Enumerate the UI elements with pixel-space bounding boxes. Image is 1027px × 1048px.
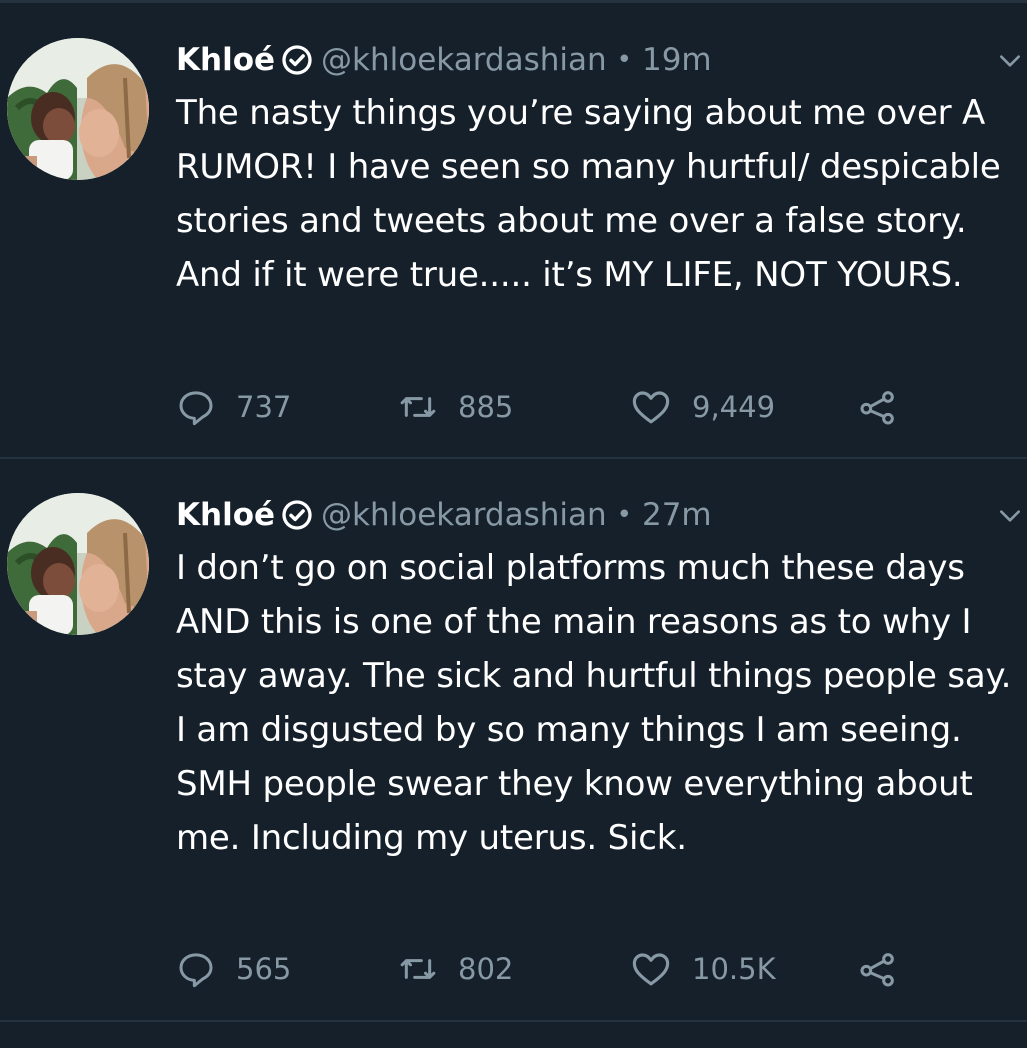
reply-button[interactable]: 565 bbox=[176, 947, 291, 991]
retweet-button[interactable]: 885 bbox=[398, 385, 513, 429]
tweet-2[interactable]: Khloé @khloekardashian • 27m I don’t go … bbox=[0, 459, 1027, 1021]
reply-button[interactable]: 737 bbox=[176, 385, 291, 429]
verified-badge-icon bbox=[282, 45, 312, 75]
display-name[interactable]: Khloé bbox=[176, 42, 275, 78]
retweet-button[interactable]: 802 bbox=[398, 947, 513, 991]
tweet-actions: 565 802 10.5K bbox=[176, 947, 936, 991]
like-button[interactable]: 10.5K bbox=[630, 947, 776, 991]
retweet-icon bbox=[400, 397, 436, 417]
user-handle[interactable]: @khloekardashian bbox=[321, 42, 607, 78]
retweet-icon bbox=[400, 959, 436, 979]
separator-dot: • bbox=[616, 45, 632, 75]
reply-icon bbox=[179, 953, 213, 988]
avatar-photo bbox=[7, 493, 149, 635]
share-icon bbox=[860, 953, 894, 987]
heart-icon bbox=[632, 391, 670, 424]
tweet-text: I don’t go on social platforms much thes… bbox=[176, 548, 1012, 858]
tweet-divider bbox=[0, 1020, 1027, 1022]
share-icon bbox=[860, 391, 894, 425]
chevron-down-icon[interactable] bbox=[997, 48, 1023, 74]
tweet-text: The nasty things you’re saying about me … bbox=[176, 93, 1001, 295]
like-button[interactable]: 9,449 bbox=[630, 385, 775, 429]
retweet-count: 802 bbox=[458, 952, 514, 986]
heart-icon bbox=[632, 953, 670, 986]
avatar-photo bbox=[7, 38, 149, 180]
verified-badge-icon bbox=[282, 500, 312, 530]
reply-icon bbox=[179, 391, 213, 426]
display-name[interactable]: Khloé bbox=[176, 497, 275, 533]
chevron-down-icon[interactable] bbox=[997, 503, 1023, 529]
timestamp[interactable]: 19m bbox=[642, 42, 712, 78]
avatar[interactable] bbox=[7, 493, 149, 635]
tweet-1[interactable]: Khloé @khloekardashian • 19m The nasty t… bbox=[0, 0, 1027, 458]
like-count: 10.5K bbox=[692, 952, 776, 986]
reply-count: 565 bbox=[236, 952, 292, 986]
tweet-header: Khloé @khloekardashian • 19m bbox=[176, 38, 712, 82]
separator-dot: • bbox=[616, 500, 632, 530]
tweet-actions: 737 885 9,449 bbox=[176, 385, 936, 429]
share-button[interactable] bbox=[858, 947, 918, 991]
retweet-count: 885 bbox=[458, 390, 514, 424]
reply-count: 737 bbox=[236, 390, 292, 424]
user-handle[interactable]: @khloekardashian bbox=[321, 497, 607, 533]
tweet-header: Khloé @khloekardashian • 27m bbox=[176, 493, 712, 537]
share-button[interactable] bbox=[858, 385, 918, 429]
like-count: 9,449 bbox=[692, 390, 776, 424]
timestamp[interactable]: 27m bbox=[642, 497, 712, 533]
avatar[interactable] bbox=[7, 38, 149, 180]
